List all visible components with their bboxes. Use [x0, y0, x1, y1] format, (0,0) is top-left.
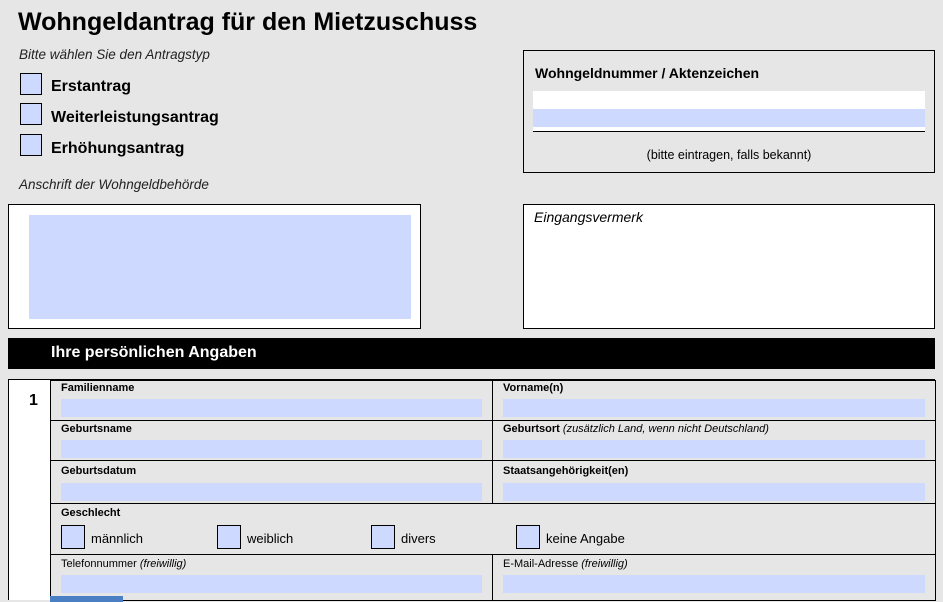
input-vorname[interactable]: [503, 399, 925, 417]
cell-familienname: Familienname: [50, 380, 493, 421]
section-header: Ihre persönlichen Angaben: [8, 338, 935, 369]
cell-vorname: Vorname(n): [492, 380, 936, 421]
label-staatsangehoerigkeit: Staatsangehörigkeit(en): [503, 465, 629, 477]
authority-address-box: [8, 204, 421, 329]
personal-data-grid: 1 Familienname Vorname(n) Geburtsname Ge…: [8, 379, 936, 602]
section-number: 1: [29, 392, 38, 409]
application-type-prompt: Bitte wählen Sie den Antragstyp: [19, 47, 210, 62]
checkbox-erstantrag[interactable]: [20, 73, 42, 95]
checkbox-keine-angabe[interactable]: [516, 525, 540, 549]
reference-number-box: Wohngeldnummer / Aktenzeichen (bitte ein…: [523, 50, 935, 173]
cell-email: E-Mail-Adresse (freiwillig): [492, 554, 936, 601]
label-vorname: Vorname(n): [503, 382, 564, 394]
input-email[interactable]: [503, 575, 925, 593]
checkbox-weiblich[interactable]: [217, 525, 241, 549]
receipt-note-box: Eingangsvermerk: [523, 204, 935, 329]
reference-number-label: Wohngeldnummer / Aktenzeichen: [535, 65, 760, 81]
cell-staatsangehoerigkeit: Staatsangehörigkeit(en): [492, 460, 936, 504]
label-geburtsdatum: Geburtsdatum: [61, 465, 137, 477]
label-weiblich: weiblich: [247, 531, 294, 546]
cell-geburtsdatum: Geburtsdatum: [50, 460, 493, 504]
cell-geschlecht: Geschlecht männlich weiblich divers kein…: [50, 503, 936, 555]
input-telefon[interactable]: [61, 575, 482, 593]
input-familienname[interactable]: [61, 399, 482, 417]
label-keine-angabe: keine Angabe: [546, 531, 625, 546]
next-row-indicator: [50, 596, 123, 602]
input-staatsangehoerigkeit[interactable]: [503, 483, 925, 501]
input-geburtsdatum[interactable]: [61, 483, 482, 501]
authority-address-input[interactable]: [29, 215, 411, 319]
page-title: Wohngeldantrag für den Mietzuschuss: [18, 8, 478, 36]
label-divers: divers: [401, 531, 436, 546]
cell-telefon: Telefonnummer (freiwillig): [50, 554, 493, 601]
checkbox-erhoehungsantrag[interactable]: [20, 134, 42, 156]
label-geschlecht: Geschlecht: [61, 507, 121, 519]
label-weiterleistungsantrag: Weiterleistungsantrag: [51, 109, 219, 126]
label-telefon: Telefonnummer (freiwillig): [61, 558, 187, 570]
label-geburtsname: Geburtsname: [61, 423, 132, 435]
checkbox-maennlich[interactable]: [61, 525, 85, 549]
label-erstantrag: Erstantrag: [51, 78, 132, 95]
checkbox-weiterleistungsantrag[interactable]: [20, 103, 42, 125]
reference-number-hint: (bitte eintragen, falls bekannt): [646, 148, 812, 162]
reference-number-field-wrap: [533, 91, 925, 132]
input-geburtsname[interactable]: [61, 440, 482, 458]
label-email: E-Mail-Adresse (freiwillig): [503, 558, 628, 570]
label-familienname: Familienname: [61, 382, 135, 394]
label-geburtsort: Geburtsort (zusätzlich Land, wenn nicht …: [503, 423, 769, 435]
authority-prompt: Anschrift der Wohngeldbehörde: [19, 177, 209, 192]
receipt-note-label: Eingangsvermerk: [534, 209, 643, 225]
label-erhoehungsantrag: Erhöhungsantrag: [51, 140, 185, 157]
cell-geburtsname: Geburtsname: [50, 420, 493, 461]
label-maennlich: männlich: [91, 531, 144, 546]
input-geburtsort[interactable]: [503, 440, 925, 458]
checkbox-divers[interactable]: [371, 525, 395, 549]
cell-geburtsort: Geburtsort (zusätzlich Land, wenn nicht …: [492, 420, 936, 461]
section-title: Ihre persönlichen Angaben: [51, 344, 257, 361]
reference-number-input[interactable]: [533, 109, 925, 127]
